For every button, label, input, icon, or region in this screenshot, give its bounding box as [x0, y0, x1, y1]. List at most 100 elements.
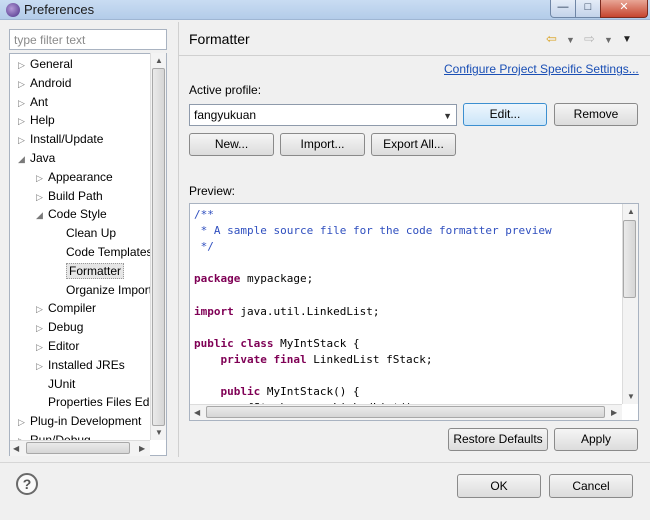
new-button[interactable]: New... — [189, 133, 274, 156]
forward-arrow-icon[interactable]: ⇨ — [584, 31, 595, 47]
collapsed-arrow-icon[interactable]: ▷ — [18, 112, 30, 130]
collapsed-arrow-icon[interactable]: ▷ — [18, 413, 30, 431]
tree-item[interactable]: ▷ Install/Update — [18, 130, 103, 148]
preview-label: Preview: — [189, 184, 236, 198]
maximize-button[interactable]: □ — [575, 0, 601, 18]
tree-item[interactable]: ▷ Ant — [18, 93, 48, 111]
code-preview: /** * A sample source file for the code … — [189, 203, 639, 421]
panel-divider[interactable] — [178, 22, 179, 457]
collapsed-arrow-icon[interactable]: ▷ — [36, 300, 48, 318]
tree-item-label: General — [30, 57, 73, 71]
tree-horizontal-scroll-thumb[interactable] — [26, 442, 130, 454]
tree-item[interactable]: ▷ Plug-in Development — [18, 412, 141, 430]
header-divider — [179, 55, 650, 56]
collapsed-arrow-icon[interactable]: ▷ — [18, 56, 30, 74]
scroll-up-arrow-icon[interactable]: ▲ — [155, 56, 163, 65]
expanded-arrow-icon[interactable]: ◢ — [36, 206, 48, 224]
collapsed-arrow-icon[interactable]: ▷ — [36, 188, 48, 206]
window-title: Preferences — [24, 2, 95, 17]
tree-item-label: JUnit — [48, 376, 76, 391]
import-button[interactable]: Import... — [280, 133, 365, 156]
scroll-right-arrow-icon[interactable]: ▶ — [139, 444, 145, 453]
ok-button[interactable]: OK — [457, 474, 541, 498]
back-arrow-icon[interactable]: ⇦ — [546, 31, 557, 47]
tree-item[interactable]: ▷ Compiler — [36, 299, 96, 317]
tree-item[interactable]: ▷ Help — [18, 111, 55, 129]
code-token: public — [194, 336, 234, 350]
minimize-button[interactable]: — — [550, 0, 576, 18]
tree-item[interactable]: ◢ Code Style — [36, 205, 107, 223]
tree-item-label: Organize Imports — [66, 282, 159, 297]
preview-vertical-scroll-thumb[interactable] — [623, 220, 636, 298]
expanded-arrow-icon[interactable]: ◢ — [18, 150, 30, 168]
tree-item[interactable]: ▷ Debug — [36, 318, 83, 336]
code-token: MyIntStack { — [273, 336, 360, 350]
preview-scroll-up-icon[interactable]: ▲ — [627, 207, 635, 216]
tree-item[interactable]: ▷ Appearance — [36, 168, 113, 186]
tree-item[interactable]: ▷ Installed JREs — [36, 356, 125, 374]
active-profile-value: fangyukuan — [194, 108, 257, 122]
preview-horizontal-scroll-thumb[interactable] — [206, 406, 605, 418]
remove-button[interactable]: Remove — [554, 103, 638, 126]
code-line: * A sample source file for the code form… — [194, 224, 552, 237]
collapsed-arrow-icon[interactable]: ▷ — [18, 94, 30, 112]
code-token: */ — [194, 240, 214, 254]
tree-item[interactable]: ▷ Build Path — [36, 187, 103, 205]
code-line: package mypackage; — [194, 272, 313, 285]
eclipse-icon — [6, 3, 20, 17]
preview-scroll-right-icon[interactable]: ▶ — [611, 408, 617, 417]
code-token: public — [220, 385, 261, 399]
collapsed-arrow-icon[interactable]: ▷ — [36, 319, 48, 337]
view-menu-icon[interactable]: ▼ — [622, 34, 632, 45]
tree-item[interactable]: ▷ Editor — [36, 337, 79, 355]
tree-item[interactable]: Properties Files Editor — [36, 393, 166, 411]
collapsed-arrow-icon[interactable]: ▷ — [36, 169, 48, 187]
tree-item[interactable]: Organize Imports — [54, 281, 158, 299]
active-profile-label: Active profile: — [189, 83, 262, 97]
footer-divider — [0, 462, 650, 463]
scroll-down-arrow-icon[interactable]: ▼ — [155, 428, 163, 437]
apply-button[interactable]: Apply — [554, 428, 638, 451]
active-profile-combo[interactable]: fangyukuan ▼ — [189, 104, 457, 126]
tree-item-label: Install/Update — [30, 132, 104, 147]
configure-project-settings-link[interactable]: Configure Project Specific Settings... — [444, 62, 639, 76]
collapsed-arrow-icon[interactable]: ▷ — [18, 131, 30, 149]
forward-dropdown-icon[interactable]: ▼ — [604, 35, 613, 45]
edit-button[interactable]: Edit... — [463, 103, 547, 126]
code-line: public MyIntStack() { — [194, 385, 360, 398]
tree-item[interactable]: Formatter — [54, 262, 125, 280]
tree-item-label: Formatter — [66, 262, 125, 279]
preview-scroll-down-icon[interactable]: ▼ — [627, 392, 635, 401]
preview-scroll-left-icon[interactable]: ◀ — [194, 408, 200, 417]
code-token: mypackage; — [240, 272, 314, 286]
tree-item-label: Code Templates — [66, 245, 153, 259]
tree-item-label: Help — [30, 113, 55, 128]
collapsed-arrow-icon[interactable]: ▷ — [18, 75, 30, 93]
code-token: /** — [194, 208, 214, 221]
tree-item[interactable]: Clean Up — [54, 224, 116, 242]
collapsed-arrow-icon[interactable]: ▷ — [36, 357, 48, 375]
tree-item[interactable]: Code Templates — [54, 243, 153, 261]
restore-defaults-button[interactable]: Restore Defaults — [448, 428, 548, 451]
code-line: import java.util.LinkedList; — [194, 305, 379, 318]
chevron-down-icon[interactable]: ▼ — [443, 111, 452, 121]
tree-item[interactable]: ▷ General — [18, 55, 73, 73]
tree-item-label: Installed JREs — [48, 357, 125, 372]
filter-input[interactable]: type filter text — [9, 29, 167, 50]
export-all-button[interactable]: Export All... — [371, 133, 456, 156]
help-icon[interactable]: ? — [16, 473, 38, 495]
tree-item[interactable]: ▷ Android — [18, 74, 71, 92]
tree-item-label: Plug-in Development — [30, 414, 142, 429]
tree-vertical-scroll-thumb[interactable] — [152, 68, 165, 426]
collapsed-arrow-icon[interactable]: ▷ — [36, 338, 48, 356]
tree-item[interactable]: JUnit — [36, 375, 75, 393]
tree-item-label: Properties Files Editor — [48, 395, 167, 410]
back-dropdown-icon[interactable]: ▼ — [566, 35, 575, 45]
scroll-left-arrow-icon[interactable]: ◀ — [13, 444, 19, 453]
cancel-button[interactable]: Cancel — [549, 474, 633, 498]
tree-item[interactable]: ◢ Java — [18, 149, 55, 167]
close-button[interactable]: ✕ — [600, 0, 648, 18]
code-line: private final LinkedList fStack; — [194, 353, 433, 366]
